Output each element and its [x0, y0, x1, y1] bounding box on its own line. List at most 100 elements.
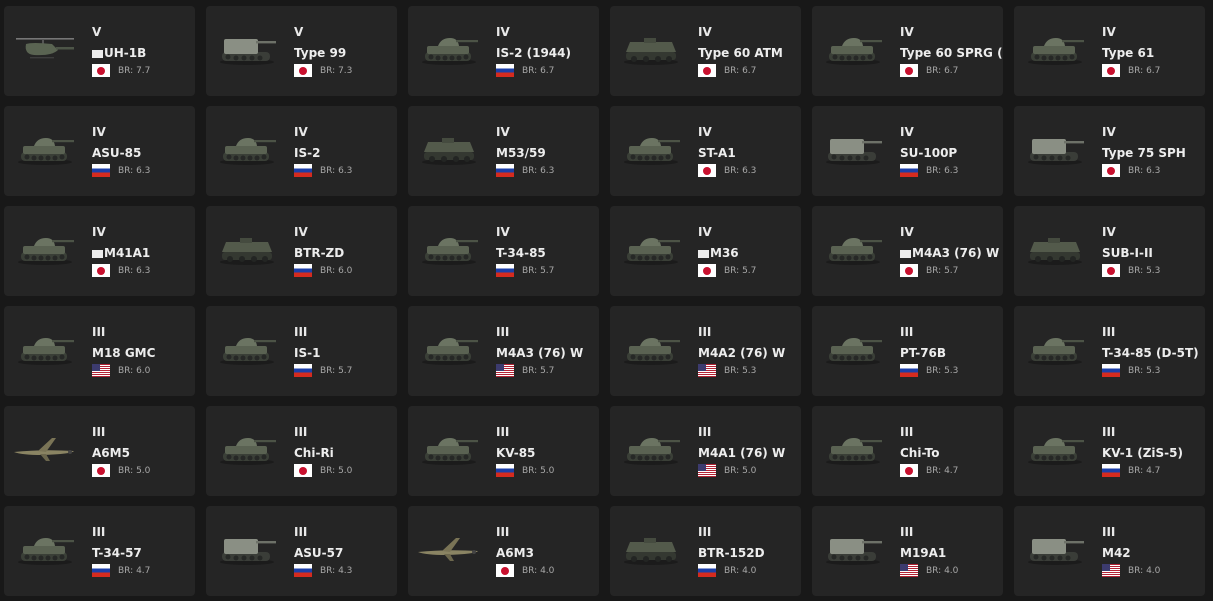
vehicle-meta: BR: 5.7	[294, 364, 352, 377]
vehicle-card[interactable]: III T-34-85 (D-5T) BR: 5.3	[1014, 306, 1205, 396]
vehicle-card[interactable]: IV SUB-I-II BR: 5.3	[1014, 206, 1205, 296]
br-value: 4.0	[944, 565, 959, 576]
plane-icon	[12, 428, 78, 470]
vehicle-meta: BR: 4.7	[900, 464, 958, 477]
vehicle-card[interactable]: IV M4A3 (76) W BR: 5.7	[812, 206, 1003, 296]
vehicle-card[interactable]: III A6M5 BR: 5.0	[4, 406, 195, 496]
vehicle-name-text: IS-2 (1944)	[496, 46, 571, 60]
vehicle-name: T-34-85	[496, 246, 546, 260]
br-value: 6.3	[540, 165, 555, 176]
vehicle-name-text: ST-A1	[698, 146, 736, 160]
battle-rating: BR: 5.0	[724, 466, 756, 476]
vehicle-meta: BR: 7.3	[294, 64, 352, 77]
vehicle-meta: BR: 6.3	[294, 164, 352, 177]
br-label: BR:	[1128, 465, 1144, 476]
vehicle-card[interactable]: III IS-1 BR: 5.7	[206, 306, 397, 396]
apc-icon	[618, 28, 684, 70]
vehicle-card[interactable]: III PT-76B BR: 5.3	[812, 306, 1003, 396]
br-value: 5.3	[742, 365, 757, 376]
vehicle-card[interactable]: III M4A3 (76) W BR: 5.7	[408, 306, 599, 396]
vehicle-card[interactable]: IV SU-100P BR: 6.3	[812, 106, 1003, 196]
vehicle-card[interactable]: III M18 GMC BR: 6.0	[4, 306, 195, 396]
br-value: 6.7	[742, 65, 757, 76]
vehicle-card[interactable]: IV Type 60 ATM BR: 6.7	[610, 6, 801, 96]
br-value: 5.3	[1146, 365, 1161, 376]
br-label: BR:	[522, 365, 538, 376]
vehicle-name: IS-2	[294, 146, 320, 160]
vehicle-card[interactable]: IV IS-2 BR: 6.3	[206, 106, 397, 196]
japan-flag-icon	[496, 564, 514, 577]
vehicle-card[interactable]: III M42 BR: 4.0	[1014, 506, 1205, 596]
vehicle-name-text: A6M5	[92, 446, 130, 460]
vehicle-card[interactable]: IV IS-2 (1944) BR: 6.7	[408, 6, 599, 96]
vehicle-card[interactable]: IV M36 BR: 5.7	[610, 206, 801, 296]
japan-flag-icon	[900, 464, 918, 477]
battle-rating: BR: 6.3	[118, 266, 150, 276]
vehicle-card[interactable]: IV Type 60 SPRG (C) BR: 6.7	[812, 6, 1003, 96]
br-value: 5.7	[742, 265, 757, 276]
br-label: BR:	[926, 165, 942, 176]
vehicle-card[interactable]: IV ASU-85 BR: 6.3	[4, 106, 195, 196]
tank-icon	[12, 228, 78, 270]
vehicle-card[interactable]: V UH-1B BR: 7.7	[4, 6, 195, 96]
vehicle-rank: IV	[294, 225, 308, 239]
br-label: BR:	[926, 565, 942, 576]
japan-flag-icon	[92, 64, 110, 77]
vehicle-card[interactable]: V Type 99 BR: 7.3	[206, 6, 397, 96]
vehicle-meta: BR: 5.7	[698, 264, 756, 277]
br-label: BR:	[724, 265, 740, 276]
br-label: BR:	[926, 465, 942, 476]
vehicle-name: Type 75 SPH	[1102, 146, 1186, 160]
battle-rating: BR: 5.0	[522, 466, 554, 476]
vehicle-card[interactable]: III Chi-Ri BR: 5.0	[206, 406, 397, 496]
br-value: 5.7	[540, 265, 555, 276]
vehicle-card[interactable]: III T-34-57 BR: 4.7	[4, 506, 195, 596]
vehicle-rank: IV	[1102, 25, 1116, 39]
japan-flag-icon	[294, 64, 312, 77]
vehicle-rank: III	[496, 425, 510, 439]
vehicle-name-text: Type 99	[294, 46, 347, 60]
vehicle-card[interactable]: III A6M3 BR: 4.0	[408, 506, 599, 596]
vehicle-card[interactable]: IV BTR-ZD BR: 6.0	[206, 206, 397, 296]
vehicle-card[interactable]: IV ST-A1 BR: 6.3	[610, 106, 801, 196]
battle-rating: BR: 5.3	[1128, 366, 1160, 376]
vehicle-meta: BR: 5.3	[900, 364, 958, 377]
vehicle-card[interactable]: IV M41A1 BR: 6.3	[4, 206, 195, 296]
vehicle-name: T-34-85 (D-5T)	[1102, 346, 1199, 360]
vehicle-name-text: M53/59	[496, 146, 546, 160]
vehicle-name: SUB-I-II	[1102, 246, 1153, 260]
vehicle-name: M4A3 (76) W	[496, 346, 583, 360]
vehicle-card[interactable]: III Chi-To BR: 4.7	[812, 406, 1003, 496]
vehicle-rank: III	[900, 425, 914, 439]
vehicle-card[interactable]: IV Type 75 SPH BR: 6.3	[1014, 106, 1205, 196]
ussr-flag-icon	[900, 164, 918, 177]
battle-rating: BR: 6.3	[118, 166, 150, 176]
vehicle-card[interactable]: IV T-34-85 BR: 5.7	[408, 206, 599, 296]
br-label: BR:	[320, 365, 336, 376]
vehicle-card[interactable]: IV Type 61 BR: 6.7	[1014, 6, 1205, 96]
vehicle-card[interactable]: IV M53/59 BR: 6.3	[408, 106, 599, 196]
br-label: BR:	[118, 565, 134, 576]
vehicle-card[interactable]: III ASU-57 BR: 4.3	[206, 506, 397, 596]
vehicle-card[interactable]: III M4A1 (76) W BR: 5.0	[610, 406, 801, 496]
vehicle-meta: BR: 4.0	[496, 564, 554, 577]
vehicle-card[interactable]: III M19A1 BR: 4.0	[812, 506, 1003, 596]
br-label: BR:	[522, 565, 538, 576]
vehicle-name-text: Type 60 SPRG (C)	[900, 46, 1003, 60]
vehicle-name-text: ASU-57	[294, 546, 344, 560]
vehicle-meta: BR: 5.0	[92, 464, 150, 477]
vehicle-rank: IV	[900, 225, 914, 239]
vehicle-card[interactable]: III KV-85 BR: 5.0	[408, 406, 599, 496]
vehicle-card[interactable]: III KV-1 (ZiS-5) BR: 4.7	[1014, 406, 1205, 496]
vehicle-meta: BR: 5.0	[294, 464, 352, 477]
japan-flag-icon	[698, 264, 716, 277]
vehicle-card[interactable]: III M4A2 (76) W BR: 5.3	[610, 306, 801, 396]
ussr-flag-icon	[92, 164, 110, 177]
battle-rating: BR: 4.7	[118, 566, 150, 576]
vehicle-rank: III	[900, 525, 914, 539]
vehicle-name-text: M4A1 (76) W	[698, 446, 786, 460]
br-label: BR:	[118, 365, 134, 376]
japan-flag-icon	[1102, 64, 1120, 77]
vehicle-card[interactable]: III BTR-152D BR: 4.0	[610, 506, 801, 596]
japan-flag-icon	[900, 64, 918, 77]
